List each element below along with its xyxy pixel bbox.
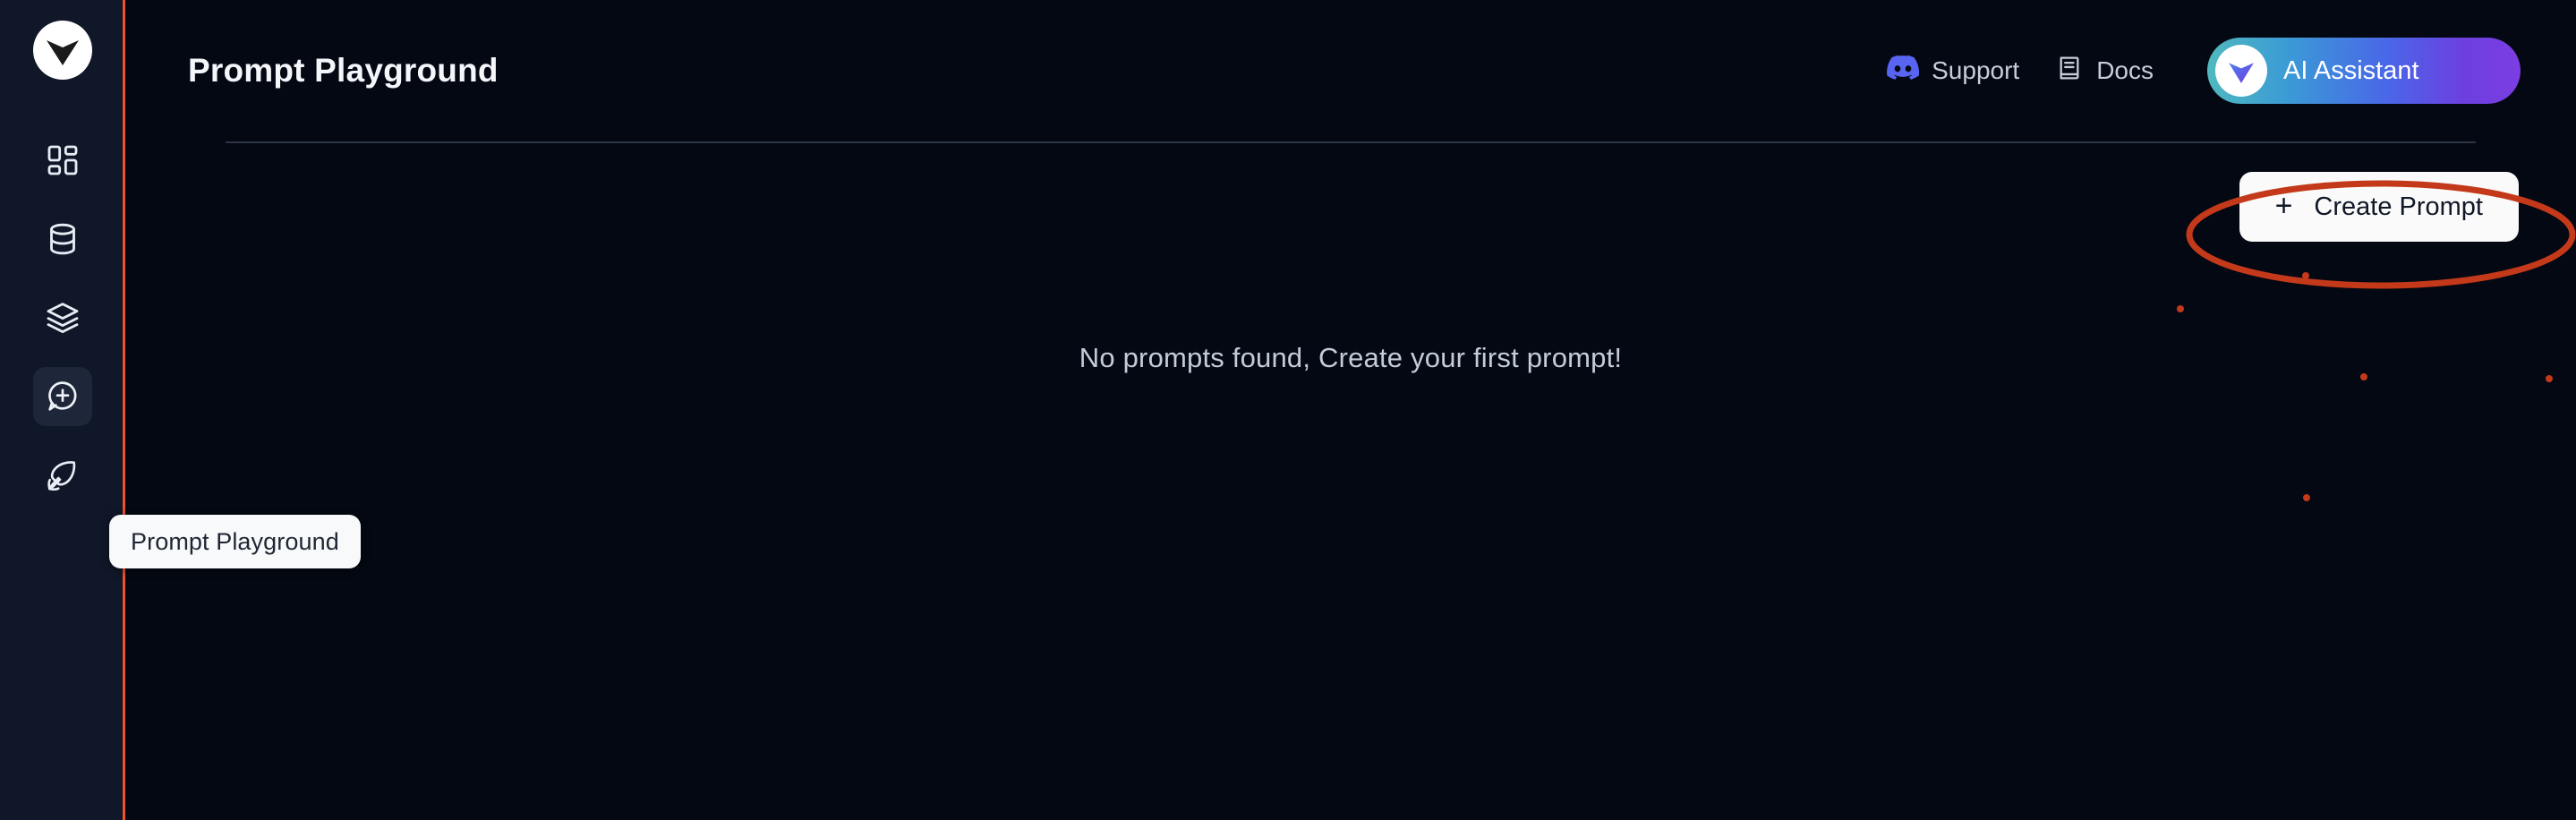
app-root: Prompt Playground Prompt Playground Supp…	[0, 0, 2576, 820]
ai-assistant-button[interactable]: AI Assistant	[2207, 38, 2521, 104]
docs-book-icon	[2055, 54, 2084, 89]
support-link[interactable]: Support	[1869, 43, 2037, 99]
header-actions: Support Docs AI Assistant	[1869, 38, 2521, 104]
sidebar-item-deploy[interactable]	[33, 446, 92, 505]
sidebar-item-prompt-playground[interactable]	[33, 367, 92, 426]
create-prompt-label: Create Prompt	[2314, 192, 2483, 221]
tooltip-label: Prompt Playground	[131, 527, 339, 555]
sidebar-accent-border	[123, 0, 125, 820]
sidebar-nav	[0, 131, 125, 505]
sidebar-item-dashboard[interactable]	[33, 131, 92, 190]
prompts-panel: + Create Prompt No prompts found, Create…	[175, 141, 2526, 820]
empty-state-message: No prompts found, Create your first prom…	[1079, 342, 1623, 373]
docs-link[interactable]: Docs	[2037, 45, 2171, 98]
create-prompt-button[interactable]: + Create Prompt	[2239, 172, 2519, 242]
dashboard-grid-icon	[45, 142, 81, 178]
database-icon	[45, 221, 81, 257]
docs-link-label: Docs	[2096, 56, 2154, 84]
sidebar-tooltip: Prompt Playground	[109, 515, 361, 568]
plus-icon: +	[2274, 188, 2293, 223]
main-content: Prompt Playground Support Docs AI Assist…	[125, 0, 2576, 820]
sidebar-item-layers[interactable]	[33, 288, 92, 347]
sidebar	[0, 0, 125, 820]
message-plus-icon	[45, 379, 81, 414]
action-row: + Create Prompt	[175, 172, 2526, 242]
ai-assistant-label: AI Assistant	[2283, 56, 2419, 85]
app-logo[interactable]	[32, 20, 93, 81]
page-title: Prompt Playground	[188, 52, 499, 89]
support-link-label: Support	[1932, 56, 2020, 84]
header: Prompt Playground Support Docs AI Assist…	[175, 0, 2526, 143]
layers-stack-icon	[45, 300, 81, 336]
discord-icon	[1887, 52, 1920, 90]
rocket-icon	[45, 457, 81, 493]
v-chevron-logo-icon	[33, 21, 92, 80]
sidebar-item-database[interactable]	[33, 209, 92, 269]
v-chevron-avatar-icon	[2215, 45, 2267, 97]
